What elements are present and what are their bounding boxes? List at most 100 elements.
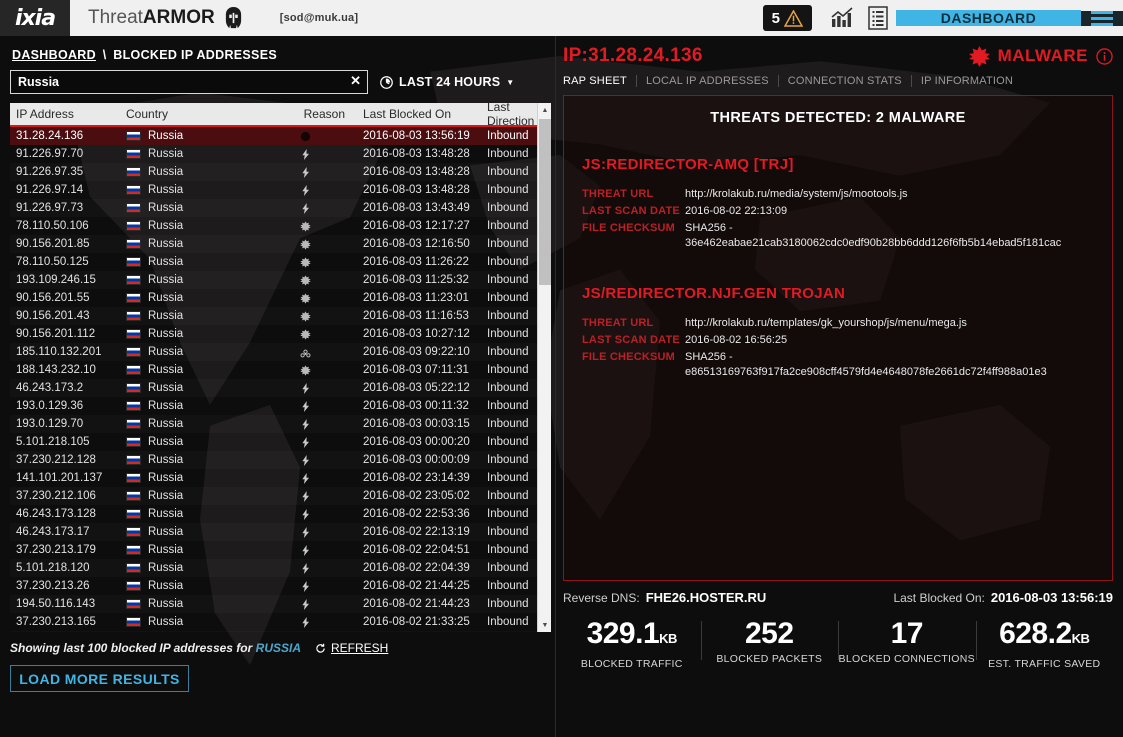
cell-direction: Inbound	[487, 166, 529, 178]
table-row[interactable]: 141.101.201.137 Russia 2016-08-02 23:14:39…	[10, 469, 551, 487]
table-row[interactable]: 5.101.218.105 Russia 2016-08-03 00:00:20 In…	[10, 433, 551, 451]
table-row[interactable]: 194.50.116.143 Russia 2016-08-02 21:44:23 I…	[10, 595, 551, 613]
cell-reason	[265, 256, 345, 268]
alert-badge[interactable]: 5	[762, 5, 812, 31]
country-label: Russia	[148, 490, 184, 502]
column-header-ip[interactable]: IP Address	[10, 107, 120, 121]
table-row[interactable]: 193.109.246.15 Russia 2016-08-03 11:25:32 I…	[10, 271, 551, 289]
table-row[interactable]: 193.0.129.36 Russia 2016-08-03 00:11:32 Inb…	[10, 397, 551, 415]
cell-country: Russia	[120, 526, 265, 538]
table-row[interactable]: 185.110.132.201 Russia 2016-08-03 09:22:10…	[10, 343, 551, 361]
stat-label: BLOCKED CONNECTIONS	[838, 653, 975, 665]
cell-country: Russia	[120, 256, 265, 268]
dashboard-button[interactable]: DASHBOARD	[896, 10, 1081, 26]
chevron-down-icon: ▼	[506, 77, 515, 87]
country-label: Russia	[148, 508, 184, 520]
analytics-button[interactable]	[824, 0, 860, 36]
cell-last-blocked: 2016-08-03 10:27:12	[363, 328, 470, 340]
threat-url-value[interactable]: http://krolakub.ru/media/system/js/mooto…	[685, 187, 908, 202]
scrollbar-thumb[interactable]	[539, 119, 551, 285]
info-icon[interactable]	[1096, 47, 1113, 65]
tab-connection-stats[interactable]: CONNECTION STATS	[779, 75, 912, 87]
stat-blocked-traffic: 329.1KB BLOCKED TRAFFIC	[563, 617, 701, 670]
table-row[interactable]: 5.101.218.120 Russia 2016-08-02 22:04:39 In…	[10, 559, 551, 577]
table-row[interactable]: 46.243.173.2 Russia 2016-08-03 05:22:12 Inb…	[10, 379, 551, 397]
checksum-hash: e86513169763f917fa2ce908cff4579fd4e46480…	[685, 366, 1047, 378]
table-row[interactable]: 37.230.213.26 Russia 2016-08-02 21:44:25 In…	[10, 577, 551, 595]
cell-country: Russia	[120, 508, 265, 520]
cell-reason	[265, 490, 345, 502]
clear-search-icon[interactable]: ✕	[350, 74, 361, 87]
warning-triangle-icon	[784, 9, 803, 27]
scroll-down-arrow-icon[interactable]: ▼	[538, 618, 552, 632]
table-row[interactable]: 46.243.173.128 Russia 2016-08-02 22:53:36 I…	[10, 505, 551, 523]
search-input[interactable]	[10, 70, 368, 94]
cell-country: Russia	[120, 418, 265, 430]
column-header-country[interactable]: Country	[120, 107, 265, 121]
stat-label: EST. TRAFFIC SAVED	[988, 658, 1101, 670]
column-header-last-blocked[interactable]: Last Blocked On	[345, 107, 475, 121]
table-row[interactable]: 91.226.97.73 Russia 2016-08-03 13:43:49 Inb…	[10, 199, 551, 217]
table-row[interactable]: 193.0.129.70 Russia 2016-08-03 00:03:15 Inb…	[10, 415, 551, 433]
russia-flag-icon	[126, 491, 141, 501]
table-row[interactable]: 188.143.232.10 Russia 2016-08-03 07:11:31 I…	[10, 361, 551, 379]
reports-button[interactable]	[860, 0, 896, 36]
bolt-icon	[301, 598, 309, 610]
tab-rap-sheet[interactable]: RAP SHEET	[563, 75, 637, 87]
cell-direction: Inbound	[487, 364, 529, 376]
table-row[interactable]: 91.226.97.70 Russia 2016-08-03 13:48:28 Inb…	[10, 145, 551, 163]
threat-url-value[interactable]: http://krolakub.ru/templates/gk_yourshop…	[685, 316, 967, 331]
tab-ip-information[interactable]: IP INFORMATION	[912, 75, 1022, 87]
table-row[interactable]: 194.50.116.110Russia2016-08-02 21:32:28I…	[10, 631, 551, 632]
cell-reason	[265, 328, 345, 340]
breadcrumb-dashboard-link[interactable]: DASHBOARD	[12, 48, 96, 62]
table-row[interactable]: 37.230.212.128 Russia 2016-08-03 00:00:09 I…	[10, 451, 551, 469]
russia-flag-icon	[126, 149, 141, 159]
cell-last-blocked: 2016-08-02 21:33:25	[363, 616, 470, 628]
table-row[interactable]: 37.230.213.165 Russia 2016-08-02 21:33:25 I…	[10, 613, 551, 631]
last-scan-date-label: LAST SCAN DATE	[582, 205, 680, 217]
table-row[interactable]: 90.156.201.85 Russia 2016-08-03 12:16:50 In…	[10, 235, 551, 253]
table-row[interactable]: 78.110.50.125 Russia 2016-08-03 11:26:22 In…	[10, 253, 551, 271]
search-field-wrapper: ✕	[10, 70, 368, 94]
cell-ip: 185.110.132.201	[16, 346, 102, 358]
app-body: DASHBOARD \ BLOCKED IP ADDRESSES ✕ LAST …	[0, 36, 1123, 737]
app-header: ixia ThreatARMOR [sod@muk.ua] 5 DASHBOAR…	[0, 0, 1123, 36]
table-row[interactable]: 37.230.212.106 Russia 2016-08-02 23:05:02 I…	[10, 487, 551, 505]
table-row[interactable]: 37.230.213.179 Russia 2016-08-02 22:04:51 I…	[10, 541, 551, 559]
table-row[interactable]: 91.226.97.35 Russia 2016-08-03 13:48:28 Inb…	[10, 163, 551, 181]
cell-ip: 37.230.213.26	[16, 580, 90, 592]
table-row[interactable]: 91.226.97.14 Russia 2016-08-03 13:48:28 Inb…	[10, 181, 551, 199]
country-label: Russia	[148, 184, 184, 196]
table-row[interactable]: 90.156.201.55 Russia 2016-08-03 11:23:01 In…	[10, 289, 551, 307]
table-row[interactable]: 90.156.201.43 Russia 2016-08-03 11:16:53 In…	[10, 307, 551, 325]
tab-local-ip-addresses[interactable]: LOCAL IP ADDRESSES	[637, 75, 779, 87]
cell-direction: Inbound	[487, 238, 529, 250]
breadcrumb-separator: \	[102, 48, 107, 62]
bolt-icon	[301, 148, 309, 160]
cell-ip: 193.109.246.15	[16, 274, 96, 286]
column-header-reason[interactable]: Reason	[265, 107, 345, 121]
table-row[interactable]: 78.110.50.106 Russia 2016-08-03 12:17:27 In…	[10, 217, 551, 235]
breadcrumb-current: BLOCKED IP ADDRESSES	[113, 48, 277, 62]
hamburger-menu-button[interactable]	[1081, 10, 1123, 26]
table-header-row: IP Address Country Reason Last Blocked O…	[10, 100, 551, 128]
refresh-link[interactable]: REFRESH	[315, 641, 388, 655]
cell-reason	[265, 436, 345, 448]
load-more-results-button[interactable]: LOAD MORE RESULTS	[10, 665, 189, 692]
russia-flag-icon	[126, 509, 141, 519]
table-scrollbar[interactable]: ▲ ▼	[537, 103, 551, 632]
cell-reason	[265, 310, 345, 322]
burst-icon	[299, 328, 311, 340]
cell-reason	[265, 526, 345, 538]
table-row[interactable]: 31.28.24.136 Russia 2016-08-03 13:56:19 Inb…	[10, 127, 551, 145]
table-row[interactable]: 90.156.201.112 Russia 2016-08-03 10:27:12 I…	[10, 325, 551, 343]
cell-direction: Inbound	[487, 418, 529, 430]
table-row[interactable]: 46.243.173.17 Russia 2016-08-02 22:13:19 In…	[10, 523, 551, 541]
scroll-up-arrow-icon[interactable]: ▲	[538, 103, 552, 117]
time-range-selector[interactable]: LAST 24 HOURS ▼	[380, 75, 514, 89]
stat-unit: KB	[1071, 631, 1090, 646]
ixia-logo[interactable]: ixia	[0, 0, 70, 36]
cell-country: Russia	[120, 400, 265, 412]
column-header-last-direction[interactable]: Last Direction	[475, 100, 537, 128]
